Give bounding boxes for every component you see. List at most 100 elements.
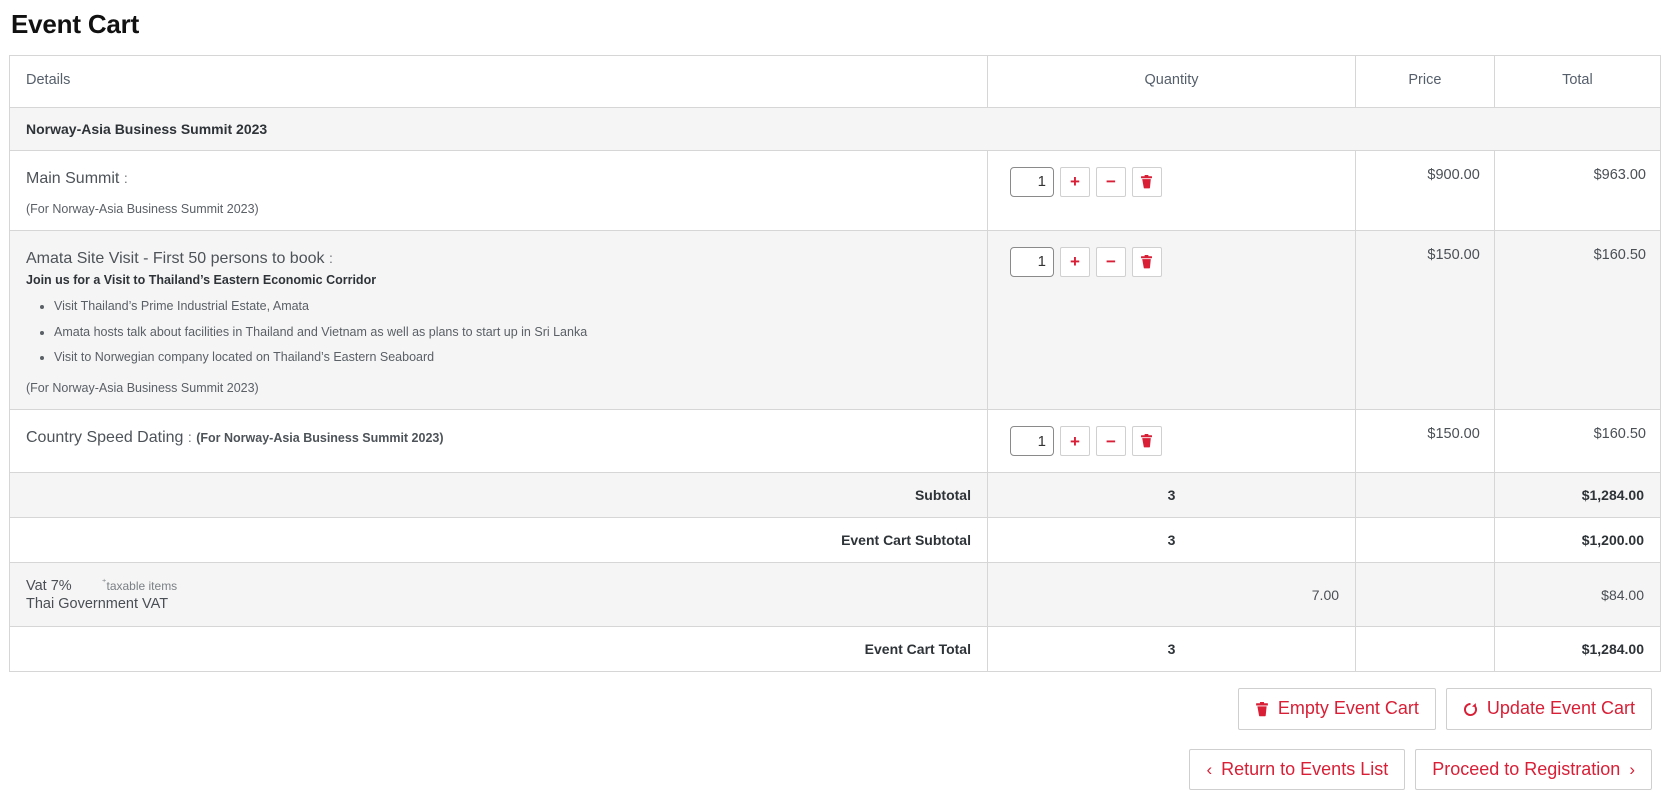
table-row: Amata Site Visit - First 50 persons to b… bbox=[9, 229, 1662, 411]
increase-quantity-button[interactable]: + bbox=[1059, 426, 1090, 457]
event-cart-subtotal-row: Event Cart Subtotal 3 $1,200.00 bbox=[9, 517, 1662, 564]
event-cart-total-amount: $1,284.00 bbox=[1493, 626, 1662, 673]
item-price: $150.00 bbox=[1355, 409, 1495, 474]
item-title: Amata Site Visit - First 50 persons to b… bbox=[26, 249, 325, 267]
quantity-input[interactable] bbox=[1009, 166, 1054, 197]
quantity-input[interactable] bbox=[1009, 246, 1054, 277]
vat-description: Thai Government VAT bbox=[26, 596, 169, 613]
list-item: Visit to Norwegian company located on Th… bbox=[54, 348, 971, 367]
subtotal-price-blank bbox=[1355, 472, 1495, 519]
event-cart-total-label: Event Cart Total bbox=[9, 626, 988, 673]
vat-row: Vat 7% ⁺taxable items Thai Government VA… bbox=[9, 562, 1662, 628]
item-title-colon: : bbox=[123, 169, 128, 186]
proceed-to-registration-label: Proceed to Registration bbox=[1432, 758, 1621, 779]
item-quantity-cell: + − bbox=[986, 149, 1357, 231]
event-cart-subtotal-price-blank bbox=[1355, 517, 1495, 564]
item-total: $963.00 bbox=[1493, 149, 1662, 231]
chevron-right-icon: › bbox=[1629, 759, 1635, 779]
column-header-details: Details bbox=[9, 54, 988, 108]
vat-taxable-text: taxable items bbox=[106, 579, 178, 594]
item-event-note: (For Norway-Asia Business Summit 2023) bbox=[196, 431, 444, 446]
remove-item-button[interactable] bbox=[1131, 166, 1162, 197]
item-title-colon: : bbox=[187, 429, 192, 446]
vat-amount: $84.00 bbox=[1493, 562, 1662, 628]
column-header-price: Price bbox=[1355, 54, 1495, 108]
table-row: Main Summit : (For Norway-Asia Business … bbox=[9, 149, 1662, 231]
decrease-quantity-button[interactable]: − bbox=[1095, 246, 1126, 277]
decrease-quantity-button[interactable]: − bbox=[1095, 166, 1126, 197]
update-event-cart-label: Update Event Cart bbox=[1486, 698, 1635, 719]
quantity-stepper: + − bbox=[1002, 246, 1341, 277]
remove-item-button[interactable] bbox=[1131, 246, 1162, 277]
vat-details: Vat 7% ⁺taxable items Thai Government VA… bbox=[9, 562, 988, 628]
list-item: Amata hosts talk about facilities in Tha… bbox=[54, 323, 971, 342]
event-group-row: Norway-Asia Business Summit 2023 bbox=[9, 106, 1661, 151]
item-quantity-cell: + − bbox=[986, 229, 1357, 411]
empty-event-cart-button[interactable]: Empty Event Cart bbox=[1237, 688, 1436, 730]
item-price: $150.00 bbox=[1355, 229, 1495, 411]
return-to-events-list-label: Return to Events List bbox=[1221, 758, 1389, 779]
vat-name: Vat 7% bbox=[26, 578, 72, 595]
list-item: Visit Thailand’s Prime Industrial Estate… bbox=[54, 297, 971, 316]
update-event-cart-button[interactable]: Update Event Cart bbox=[1445, 688, 1652, 730]
empty-event-cart-label: Empty Event Cart bbox=[1277, 698, 1419, 719]
item-title-line: Amata Site Visit - First 50 persons to b… bbox=[26, 249, 971, 268]
subtotal-label: Subtotal bbox=[9, 472, 988, 519]
cart-actions: Empty Event Cart Update Event Cart bbox=[9, 688, 1661, 730]
increase-quantity-button[interactable]: + bbox=[1059, 246, 1090, 277]
quantity-input[interactable] bbox=[1009, 426, 1054, 457]
subtotal-quantity: 3 bbox=[986, 472, 1357, 519]
decrease-quantity-button[interactable]: − bbox=[1095, 426, 1126, 457]
event-group-label: Norway-Asia Business Summit 2023 bbox=[9, 106, 1661, 151]
item-title: Country Speed Dating bbox=[26, 429, 184, 447]
vat-taxable-note: ⁺taxable items bbox=[102, 577, 178, 594]
subtotal-row: Subtotal 3 $1,284.00 bbox=[9, 472, 1662, 519]
proceed-to-registration-button[interactable]: Proceed to Registration › bbox=[1415, 748, 1652, 791]
header-row: Details Quantity Price Total bbox=[9, 54, 1662, 108]
item-price: $900.00 bbox=[1355, 149, 1495, 231]
trash-icon bbox=[1141, 254, 1153, 269]
event-cart-table: Details Quantity Price Total Norway-Asia… bbox=[9, 54, 1662, 673]
chevron-left-icon: ‹ bbox=[1206, 759, 1213, 779]
item-subtitle: Join us for a Visit to Thailand’s Easter… bbox=[26, 272, 377, 287]
item-title: Main Summit bbox=[26, 169, 120, 187]
event-cart-total-quantity: 3 bbox=[986, 626, 1357, 673]
event-cart-total-row: Event Cart Total 3 $1,284.00 bbox=[9, 626, 1662, 673]
table-row: Country Speed Dating : (For Norway-Asia … bbox=[9, 409, 1662, 474]
column-header-total: Total bbox=[1493, 54, 1662, 108]
return-to-events-list-button[interactable]: ‹ Return to Events List bbox=[1189, 748, 1406, 791]
event-cart-subtotal-amount: $1,200.00 bbox=[1493, 517, 1662, 564]
item-details: Main Summit : (For Norway-Asia Business … bbox=[9, 149, 988, 231]
quantity-stepper: + − bbox=[1002, 166, 1341, 197]
item-quantity-cell: + − bbox=[986, 409, 1357, 474]
event-cart-subtotal-quantity: 3 bbox=[986, 517, 1357, 564]
item-details: Country Speed Dating : (For Norway-Asia … bbox=[9, 409, 988, 474]
increase-quantity-button[interactable]: + bbox=[1059, 166, 1090, 197]
event-cart-total-price-blank bbox=[1355, 626, 1495, 673]
item-title-colon: : bbox=[328, 249, 333, 266]
table-body: Norway-Asia Business Summit 2023 Main Su… bbox=[9, 106, 1662, 673]
table-header: Details Quantity Price Total bbox=[9, 54, 1662, 108]
navigation-actions: ‹ Return to Events List Proceed to Regis… bbox=[9, 748, 1661, 791]
item-event-note: (For Norway-Asia Business Summit 2023) bbox=[26, 381, 259, 396]
trash-icon bbox=[1255, 701, 1268, 716]
trash-icon bbox=[1141, 174, 1153, 188]
event-cart-page: Event Cart Details Quantity Price Total … bbox=[0, 9, 1670, 791]
event-cart-subtotal-label: Event Cart Subtotal bbox=[9, 517, 988, 564]
remove-item-button[interactable] bbox=[1131, 426, 1162, 457]
column-header-quantity: Quantity bbox=[986, 54, 1357, 108]
trash-icon bbox=[1141, 434, 1153, 448]
vat-rate: 7.00 bbox=[986, 562, 1357, 628]
subtotal-amount: $1,284.00 bbox=[1493, 472, 1662, 519]
item-total: $160.50 bbox=[1493, 409, 1662, 474]
vat-price-blank bbox=[1355, 562, 1495, 628]
vat-name-line: Vat 7% ⁺taxable items bbox=[26, 577, 971, 594]
refresh-icon bbox=[1463, 702, 1477, 716]
item-bullet-list: Visit Thailand’s Prime Industrial Estate… bbox=[26, 297, 971, 367]
item-details: Amata Site Visit - First 50 persons to b… bbox=[9, 229, 988, 411]
item-event-note: (For Norway-Asia Business Summit 2023) bbox=[26, 201, 259, 216]
quantity-stepper: + − bbox=[1002, 426, 1341, 457]
page-title: Event Cart bbox=[11, 9, 140, 39]
item-total: $160.50 bbox=[1493, 229, 1662, 411]
item-title-line: Main Summit : bbox=[26, 169, 971, 188]
